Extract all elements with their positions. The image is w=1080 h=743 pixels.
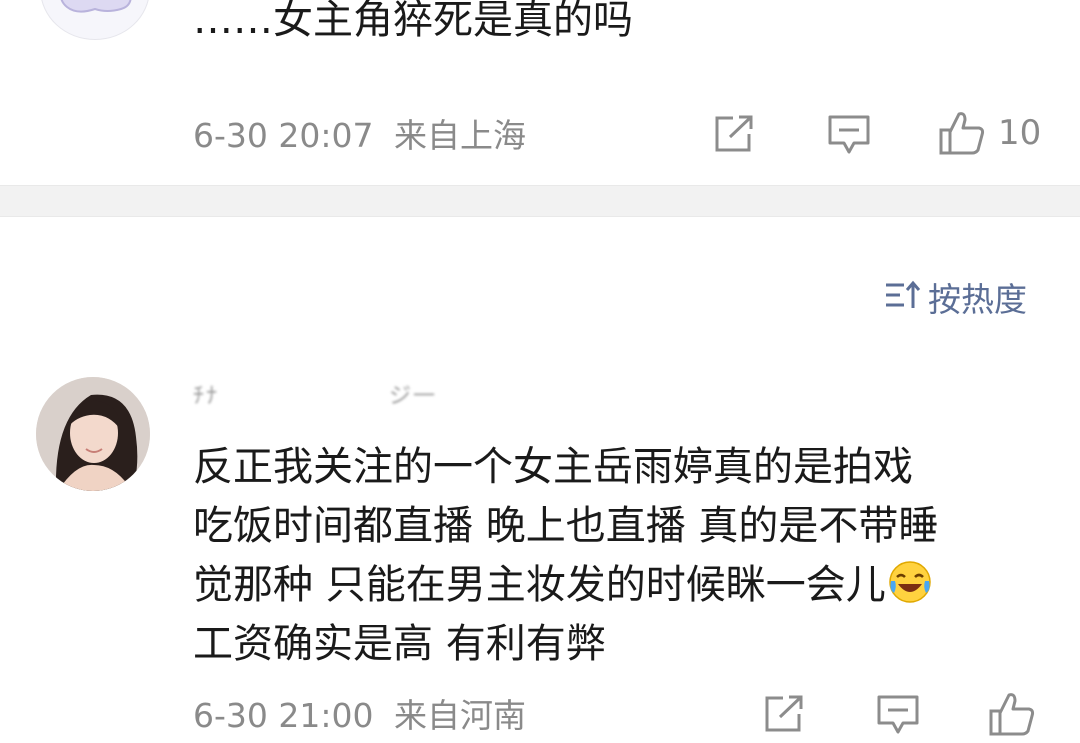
share-button[interactable] [713,114,755,154]
sort-label: 按热度 [928,280,1027,319]
sort-by-hot-button[interactable]: 按热度 [884,273,1027,321]
comment-feed: ……女主角猝死是真的吗 6-30 20:07 来自上海 10 按热度 ﾁﾅ ジ一… [0,0,1080,743]
like-count: 10 [998,113,1042,153]
comment-text: 反正我关注的一个女主岳雨婷真的是拍戏 吃饭时间都直播 晚上也直播 真的是不带睡 … [193,438,1053,674]
timestamp: 6-30 20:07 [193,116,374,155]
comment-icon [827,114,871,156]
comment-line: 工资确实是高 有利有弊 [193,621,606,667]
comment-line: 觉那种 只能在男主妆发的时候眯一会儿 [193,556,1053,615]
comment-meta: 6-30 21:00 来自河南 [193,694,526,738]
comment-text: ……女主角猝死是真的吗 [193,0,633,43]
section-divider [0,185,1080,217]
comment-icon [876,694,920,736]
comment-meta: 6-30 20:07 来自上海 [193,114,526,158]
share-icon [713,114,755,154]
laughing-crying-emoji [888,560,932,604]
reply-button[interactable] [876,694,920,736]
timestamp: 6-30 21:00 [193,696,374,735]
comment-line: 反正我关注的一个女主岳雨婷真的是拍戏 [193,444,913,490]
avatar[interactable] [36,377,150,491]
location-label: 来自河南 [394,696,526,735]
reply-button[interactable] [827,114,871,156]
avatar[interactable] [40,0,150,40]
thumbs-up-icon [938,110,986,156]
share-button[interactable] [763,694,805,734]
location-label: 来自上海 [394,116,526,155]
comment-line: 吃饭时间都直播 晚上也直播 真的是不带睡 [193,503,939,549]
thumbs-up-icon [988,691,1036,737]
like-button[interactable] [988,691,1036,737]
share-icon [763,694,805,734]
username[interactable]: ﾁﾅ ジ一 [193,378,437,410]
sort-icon [884,280,922,314]
like-button[interactable]: 10 [938,110,1041,156]
